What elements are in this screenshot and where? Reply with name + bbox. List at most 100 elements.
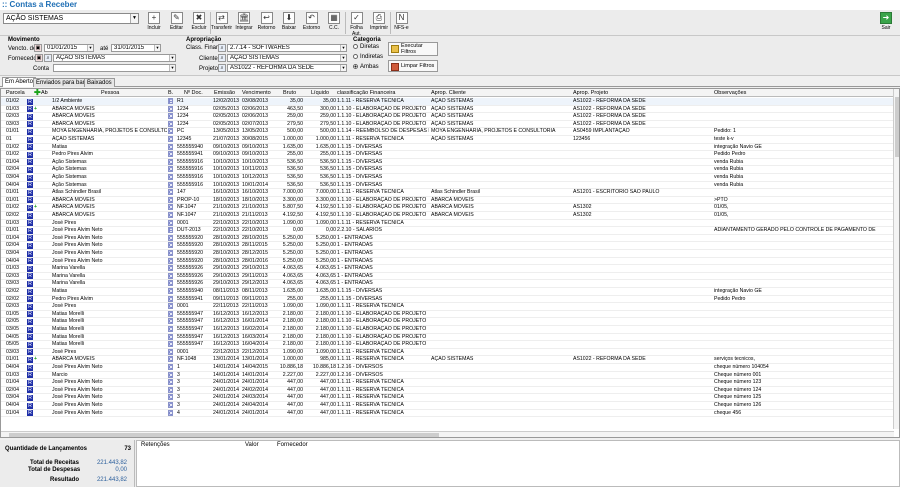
table-row[interactable]: 01/01 R ABARCA MÓVEIS C PROP-10 18/10/2013 18/… [1,196,894,205]
chevron-down-icon[interactable]: ▼ [154,45,160,51]
table-row[interactable]: 02/02 R Pedro Pires Alvim C 555555941 09/11/2… [1,295,894,304]
table-row[interactable]: 02/05 R Matias Morelli C 555555947 16/12/2013… [1,318,894,326]
table-row[interactable]: 01/03 R Marcio C 3 14/01/2014 14/01/2014 2.227,… [1,371,894,380]
tab-em-aberto[interactable]: Em Aberto [2,77,37,87]
horizontal-scrollbar[interactable] [1,431,894,437]
conta-field[interactable]: ▼ [53,64,176,72]
chevron-down-icon[interactable]: ▼ [130,14,138,23]
table-row[interactable]: 02/04 R José Pires Alvim Neto C 555555920 28/… [1,242,894,250]
scroll-thumb[interactable] [9,433,439,437]
exit-button[interactable]: ➜ Sair [875,11,897,35]
class-financ-field[interactable]: 2.7.14 - SOFTWARES ▼ [227,44,347,52]
table-row[interactable]: 03/04 R Ação Sistemas C 555555916 10/10/2013 1… [1,174,894,182]
toolbar-button-4[interactable]: 🏛 Integrar [233,11,255,35]
toolbar-button-8[interactable]: ▦ C.C. [323,11,345,35]
table-row[interactable]: 02/04 R José Pires Alvim Neto C 3 24/01/2014 2… [1,386,894,395]
table-row[interactable]: 02/02 R ABARCA MÓVEIS C NF.1047 21/10/2013 21/… [1,212,894,220]
toolbar-button-5[interactable]: ↩ Retorno [256,11,278,35]
table-row[interactable]: 02/03 R ABARCA MÓVEIS C 1234 02/05/2013 02/06/… [1,113,894,121]
col-bruto[interactable]: Bruto [283,89,296,97]
table-row[interactable]: 03/05 R Matias Morelli C 555555947 16/12/2013… [1,326,894,334]
projeto-field[interactable]: AS1022 - REFORMA DA SEDE ▼ [227,64,347,72]
table-row[interactable]: 01/01 R José Pires Alvim Neto F DUT-2013 22/1… [1,227,894,235]
table-row[interactable]: 03/03 R Marina Varella C 555555926 29/10/2013… [1,280,894,288]
chevron-down-icon[interactable]: ▼ [169,65,175,71]
table-row[interactable]: 01/02 R Pedro Pires Alvim C 555555941 09/10/2… [1,151,894,159]
col-b[interactable]: B. [168,89,173,97]
search-icon[interactable]: ⌕ [44,54,52,62]
table-row[interactable]: 01 R AÇÃO SISTEMAS C 12345 21/07/2013 30/08/20… [1,136,894,144]
chevron-down-icon[interactable]: ▼ [340,55,346,61]
table-row[interactable]: 01/03 R + ABARCA MÓVEIS C 1234 02/05/2013 02/06… [1,105,894,114]
date-to-field[interactable]: 31/01/2015 ▼ [111,44,161,52]
col-pessoa[interactable]: Pessoa [101,89,119,97]
toolbar-button-7[interactable]: ↶ Estorno [301,11,323,35]
table-row[interactable]: 01/05 R Matias Morelli C 555555947 16/12/2013… [1,310,894,319]
plus-icon[interactable]: ✚ [34,89,41,97]
table-row[interactable]: 01/03 R José Pires C 0001 22/10/2013 22/10/201… [1,219,894,228]
cell-flag[interactable]: + [34,356,41,363]
table-row[interactable]: 04/04 R José Pires Alvim Neto C 3 24/01/2014 2… [1,402,894,410]
table-row[interactable]: 03/03 R ABARCA MÓVEIS C 1234 02/05/2013 02/07/… [1,120,894,129]
table-row[interactable]: 01/01 R + ABARCA MÓVEIS C NF.1048 13/01/2014 13… [1,356,894,364]
date-from-field[interactable]: 01/01/2015 ▼ [44,44,94,52]
tab-baixados[interactable]: Baixados [84,78,115,87]
radio-diretas[interactable]: Diretas [353,44,379,50]
toolbar-button-11[interactable]: N NFS-e [391,11,413,35]
fornecedor-field[interactable]: AÇÃO SISTEMAS ▼ [53,54,176,62]
table-row[interactable]: 01/02 R 1/2 Ambiente F R1 12/02/2013 03/08/201… [1,98,894,106]
table-row[interactable]: 01/03 R Marina Varella C 555555926 29/10/2013… [1,265,894,273]
col-liquido[interactable]: Líquido [311,89,329,97]
chevron-down-icon[interactable]: ▼ [340,65,346,71]
execute-filters-button[interactable]: Executar Filtros [388,42,438,56]
col-ab[interactable]: Ab [41,89,48,97]
toolbar-button-9[interactable]: ✓ Folha Aut. [346,11,368,37]
toolbar-button-1[interactable]: ✎ Editar [166,11,188,35]
table-row[interactable]: 01/01 R MOYA ENGENHARIA, PROJETOS E CONSUL… [1,128,894,136]
col-aprop-projeto[interactable]: Aprop. Projeto [573,89,608,97]
toolbar-button-2[interactable]: ✖ Excluir [188,11,210,35]
search-icon[interactable]: ⌕ [218,54,226,62]
toolbar-button-3[interactable]: ⇄ Transferir [211,11,233,35]
search-icon[interactable]: ⌕ [218,44,226,52]
radio-indiretas[interactable]: Indiretas [353,54,383,60]
table-row[interactable]: 01/01 R Atlas Schindler Brasil C 147 16/10/20… [1,189,894,197]
table-row[interactable]: 02/03 R Marina Varella C 555555926 29/10/2013… [1,272,894,281]
clear-filters-button[interactable]: Limpar Filtros [388,60,438,72]
table-row[interactable]: 04/05 R Matias Morelli C 555555947 16/12/2013… [1,333,894,342]
table-row[interactable]: 02/04 R Ação Sistemas C 555555916 10/10/2013 1… [1,166,894,174]
table-row[interactable]: 01/02 R Matias C 555555940 09/10/2013 09/10/20… [1,143,894,152]
col-vencimento[interactable]: Vencimento [242,89,271,97]
toolbar-button-6[interactable]: ⬇ Baixar [278,11,300,35]
radio-ambas[interactable]: Ambas [353,64,379,70]
col-emissao[interactable]: Emissão [214,89,235,97]
search-icon[interactable]: ⌕ [218,64,226,72]
col-aprop-cliente[interactable]: Aprop. Cliente [431,89,466,97]
col-doc[interactable]: Nº Doc. [184,89,203,97]
col-parcela[interactable]: Parcela [6,89,25,97]
table-row[interactable]: 03/03 R José Pires C 0001 22/12/2013 22/12/201… [1,348,894,357]
toolbar-button-10[interactable]: ⎙ Imprimir [368,11,390,35]
flag-icon[interactable]: ▣ [35,54,43,62]
toolbar-button-0[interactable]: + Incluir [143,11,165,35]
col-observacoes[interactable]: Observações [714,89,746,97]
table-row[interactable]: 03/04 R José Pires Alvim Neto C 3 24/01/2014 2… [1,394,894,402]
calendar-flag-icon[interactable]: ▣ [34,44,42,52]
chevron-down-icon[interactable]: ▼ [169,55,175,61]
table-row[interactable]: 01/04 R José Pires Alvim Neto C 4 24/01/2014 2… [1,409,894,420]
table-row[interactable]: 04/04 R José Pires Alvim Neto C 555555920 28/… [1,257,894,266]
chevron-down-icon[interactable]: ▼ [87,45,93,51]
cliente-field[interactable]: AÇÃO SISTEMAS ▼ [227,54,347,62]
cell-type[interactable]: R [27,410,35,420]
scroll-thumb[interactable] [895,97,899,157]
col-classificacao[interactable]: classificação Financeira [337,89,395,97]
table-row[interactable]: 01/04 R José Pires Alvim Neto C 555555920 28/… [1,234,894,243]
company-select[interactable]: AÇÃO SISTEMAS ▼ [3,13,139,24]
table-row[interactable]: 01/04 R Ação Sistemas C 555555916 10/10/2013 1… [1,158,894,167]
table-row[interactable]: 04/04 R Ação Sistemas C 555555916 10/10/2013 1… [1,181,894,190]
cell-flag[interactable]: + [34,204,41,211]
table-row[interactable]: 01/04 R José Pires Alvim Neto C 3 24/01/2014 2… [1,379,894,387]
cell-flag[interactable]: + [34,106,41,113]
chevron-down-icon[interactable]: ▼ [340,45,346,51]
table-row[interactable]: 05/05 R Matias Morelli C 555555947 16/12/2013… [1,341,894,349]
